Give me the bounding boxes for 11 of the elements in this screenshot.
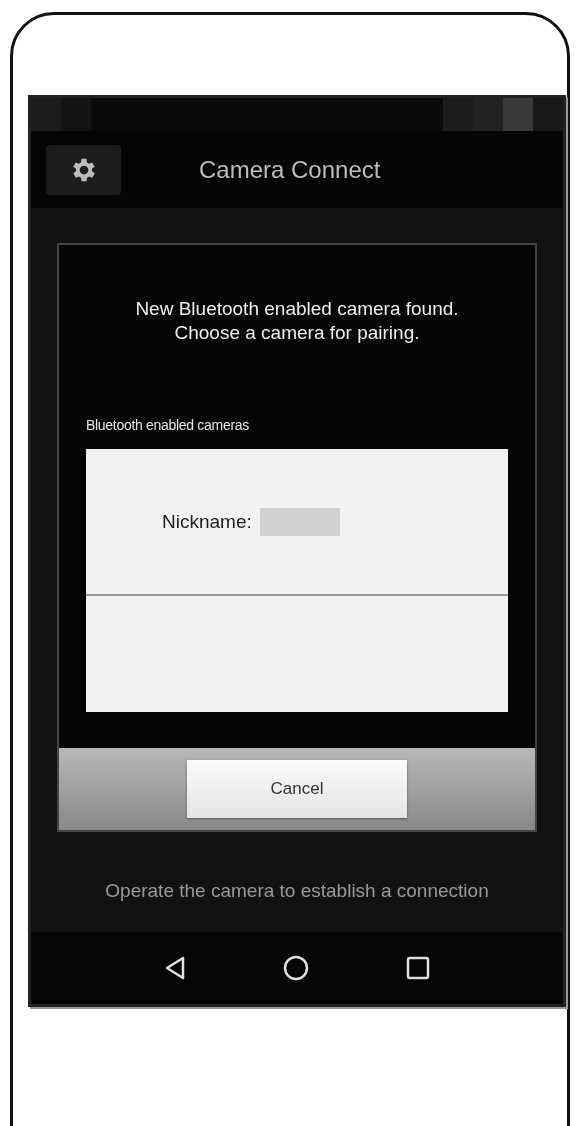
camera-list-item[interactable]: Nickname: — [86, 449, 508, 594]
nickname-label: Nickname: — [162, 510, 252, 533]
settings-button[interactable] — [46, 144, 121, 195]
recents-icon[interactable] — [406, 956, 430, 980]
back-icon[interactable] — [164, 955, 186, 981]
dialog-message: New Bluetooth enabled camera found. Choose a camera for pairing. — [134, 297, 460, 345]
cancel-button[interactable]: Cancel — [187, 760, 407, 818]
home-icon[interactable] — [282, 954, 310, 982]
list-label: Bluetooth enabled cameras — [86, 417, 250, 433]
hint-text: Operate the camera to establish a connection — [104, 880, 490, 902]
app-title: Camera Connect — [199, 155, 381, 184]
